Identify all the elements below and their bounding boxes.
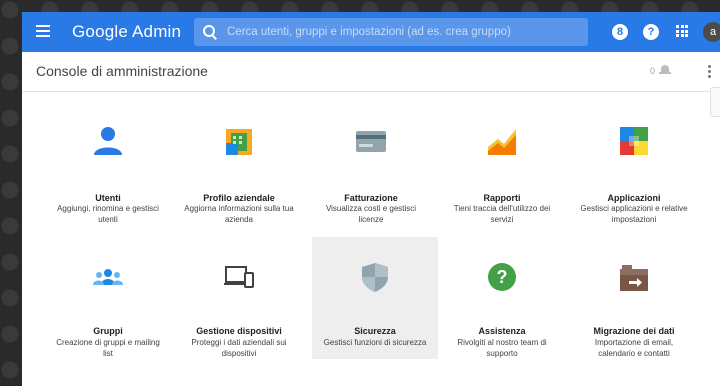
tile-profilo-aziendale[interactable]: Profilo aziendale Aggiorna informazioni … [176,101,302,224]
tile-description: Visualizza costi e gestisci licenze [325,204,417,224]
tile-sicurezza[interactable]: Sicurezza Gestisci funzioni di sicurezza [312,237,438,359]
page-title: Console di amministrazione [36,63,208,79]
admin-window: Google Admin 8 ? a Console di amministra… [22,12,720,386]
tile-assistenza[interactable]: ? Assistenza Rivolgiti al nostro team di… [439,237,565,359]
tile-description: Tieni traccia dell'utilizzo dei servizi [453,204,551,224]
tile-title: Profilo aziendale [203,193,275,203]
more-options-icon[interactable] [708,65,712,79]
tile-description: Proteggi i dati aziendali sui dispositiv… [191,338,287,358]
tile-description: Importazione di email, calendario e cont… [594,338,674,358]
billing-card-icon [356,131,386,152]
tile-description: Gestisci funzioni di sicurezza [323,338,427,347]
tile-utenti[interactable]: Utenti Aggiungi, rinomina e gestisci ute… [45,101,171,224]
company-profile-icon [226,129,252,155]
tile-title: Gruppi [93,326,123,336]
tile-description: Rivolgiti al nostro team di supporto [457,338,547,358]
google-admin-logo[interactable]: Google Admin [72,22,181,42]
reports-chart-icon [488,129,516,155]
users-icon [94,127,122,155]
tile-fatturazione[interactable]: Fatturazione Visualizza costi e gestisci… [308,101,434,224]
help-icon[interactable]: ? [643,24,659,40]
search-input[interactable] [227,26,577,38]
tile-title: Gestione dispositivi [196,326,282,336]
apps-launcher-icon[interactable] [676,25,688,37]
tile-description: Gestisci applicazioni e relative imposta… [580,204,688,224]
console-header: Console di amministrazione 0 [22,52,720,92]
tile-applicazioni[interactable]: Applicazioni Gestisci applicazioni e rel… [571,101,697,224]
tile-title: Fatturazione [344,193,398,203]
bell-icon[interactable] [659,64,671,77]
notifications-badge-icon[interactable]: 8 [612,24,628,40]
side-panel-handle[interactable] [710,87,720,117]
tile-title: Utenti [95,193,121,203]
tile-rapporti[interactable]: Rapporti Tieni traccia dell'utilizzo dei… [439,101,565,224]
tile-title: Rapporti [483,193,521,203]
tile-migrazione-dati[interactable]: Migrazione dei dati Importazione di emai… [571,237,697,359]
tile-gruppi[interactable]: Gruppi Creazione di gruppi e mailing lis… [45,237,171,359]
tile-description: Creazione di gruppi e mailing list [56,338,160,358]
tile-title: Applicazioni [607,193,661,203]
svg-text:?: ? [497,267,508,287]
hamburger-menu-icon[interactable] [36,25,50,37]
groups-icon [93,269,123,285]
tile-gestione-dispositivi[interactable]: Gestione dispositivi Proteggi i dati azi… [176,237,302,359]
data-migration-icon [620,265,648,291]
apps-grid-icon [620,127,648,155]
search-icon [203,25,217,39]
search-box[interactable] [194,18,588,46]
tile-description: Aggiungi, rinomina e gestisci utenti [57,204,159,224]
top-app-bar: Google Admin 8 ? a [22,12,720,52]
security-shield-icon [362,263,388,292]
tile-title: Assistenza [478,326,526,336]
tile-description: Aggiorna informazioni sulla tua azienda [184,204,294,224]
notification-count: 0 [650,66,656,76]
support-help-icon: ? [488,263,516,291]
tile-title: Migrazione dei dati [593,326,675,336]
account-avatar[interactable]: a [703,22,720,42]
tile-title: Sicurezza [354,326,396,336]
devices-icon [224,266,254,288]
